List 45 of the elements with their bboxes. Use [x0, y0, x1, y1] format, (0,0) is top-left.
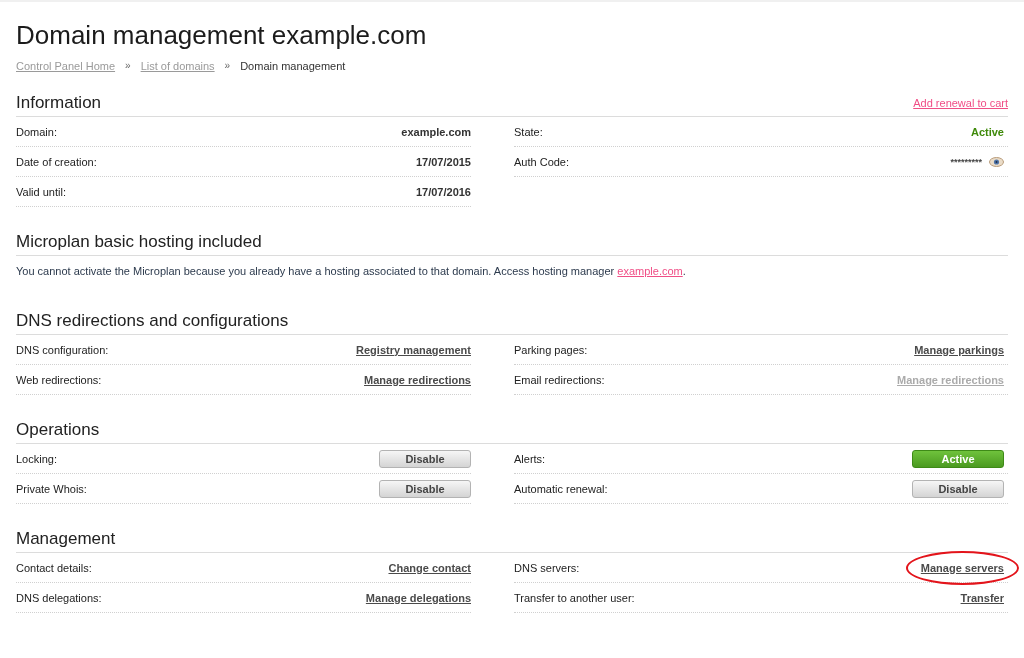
breadcrumb-separator: » [125, 59, 131, 73]
field-label: DNS configuration: [16, 343, 109, 356]
toggle-button[interactable]: Disable [379, 479, 471, 498]
section-heading: DNS redirections and configurations [16, 311, 289, 331]
action-link[interactable]: Manage delegations [365, 591, 471, 604]
field-label: Locking: [16, 452, 57, 465]
toggle-button[interactable]: Disable [379, 449, 471, 468]
action-link[interactable]: Transfer [960, 591, 1004, 604]
toggle-button[interactable]: Disable [912, 479, 1004, 498]
field-label: Valid until: [16, 185, 66, 198]
add-renewal-link[interactable]: Add renewal to cart [913, 97, 1008, 109]
masked-code: ********* [950, 156, 982, 167]
field-label: Alerts: [514, 452, 546, 465]
action-link[interactable]: Manage servers [920, 561, 1004, 574]
field-value: 17/07/2016 [415, 185, 471, 198]
field-label: State: [514, 125, 543, 138]
field-value: example.com [401, 125, 471, 138]
field-label: Transfer to another user: [514, 591, 635, 604]
hosting-link[interactable]: example.com [617, 265, 683, 277]
field-label: Parking pages: [514, 343, 588, 356]
field-label: Domain: [16, 125, 57, 138]
status-text: Active [970, 125, 1004, 138]
section-heading: Microplan basic hosting included [16, 232, 262, 252]
field-label: Contact details: [16, 561, 92, 574]
action-link[interactable]: Manage redirections [364, 373, 471, 386]
field-label: Auth Code: [514, 155, 570, 168]
field-label: DNS delegations: [16, 591, 102, 604]
action-link[interactable]: Change contact [388, 561, 471, 574]
breadcrumb-current: Domain management [240, 59, 346, 74]
section-heading: Operations [16, 420, 100, 440]
breadcrumb-separator: » [224, 59, 231, 73]
eye-icon[interactable] [989, 156, 1004, 167]
field-label: Date of creation: [16, 155, 97, 168]
field-label: Email redirections: [514, 373, 605, 386]
action-link[interactable]: Manage parkings [914, 343, 1004, 356]
section-heading: Information [16, 93, 102, 113]
field-label: Web redirections: [16, 373, 102, 386]
field-value: 17/07/2015 [415, 155, 471, 168]
field-label: Private Whois: [16, 482, 87, 495]
notice-text: You cannot activate the Microplan because you already have a hosting associated to that domain. Access hosting manager example.com. [16, 264, 686, 279]
field-label: DNS servers: [514, 561, 580, 574]
action-link[interactable]: Registry management [356, 343, 471, 356]
section-heading: Management [16, 529, 116, 549]
page-title: Domain management example.com [16, 20, 427, 50]
field-label: Automatic renewal: [514, 482, 608, 495]
